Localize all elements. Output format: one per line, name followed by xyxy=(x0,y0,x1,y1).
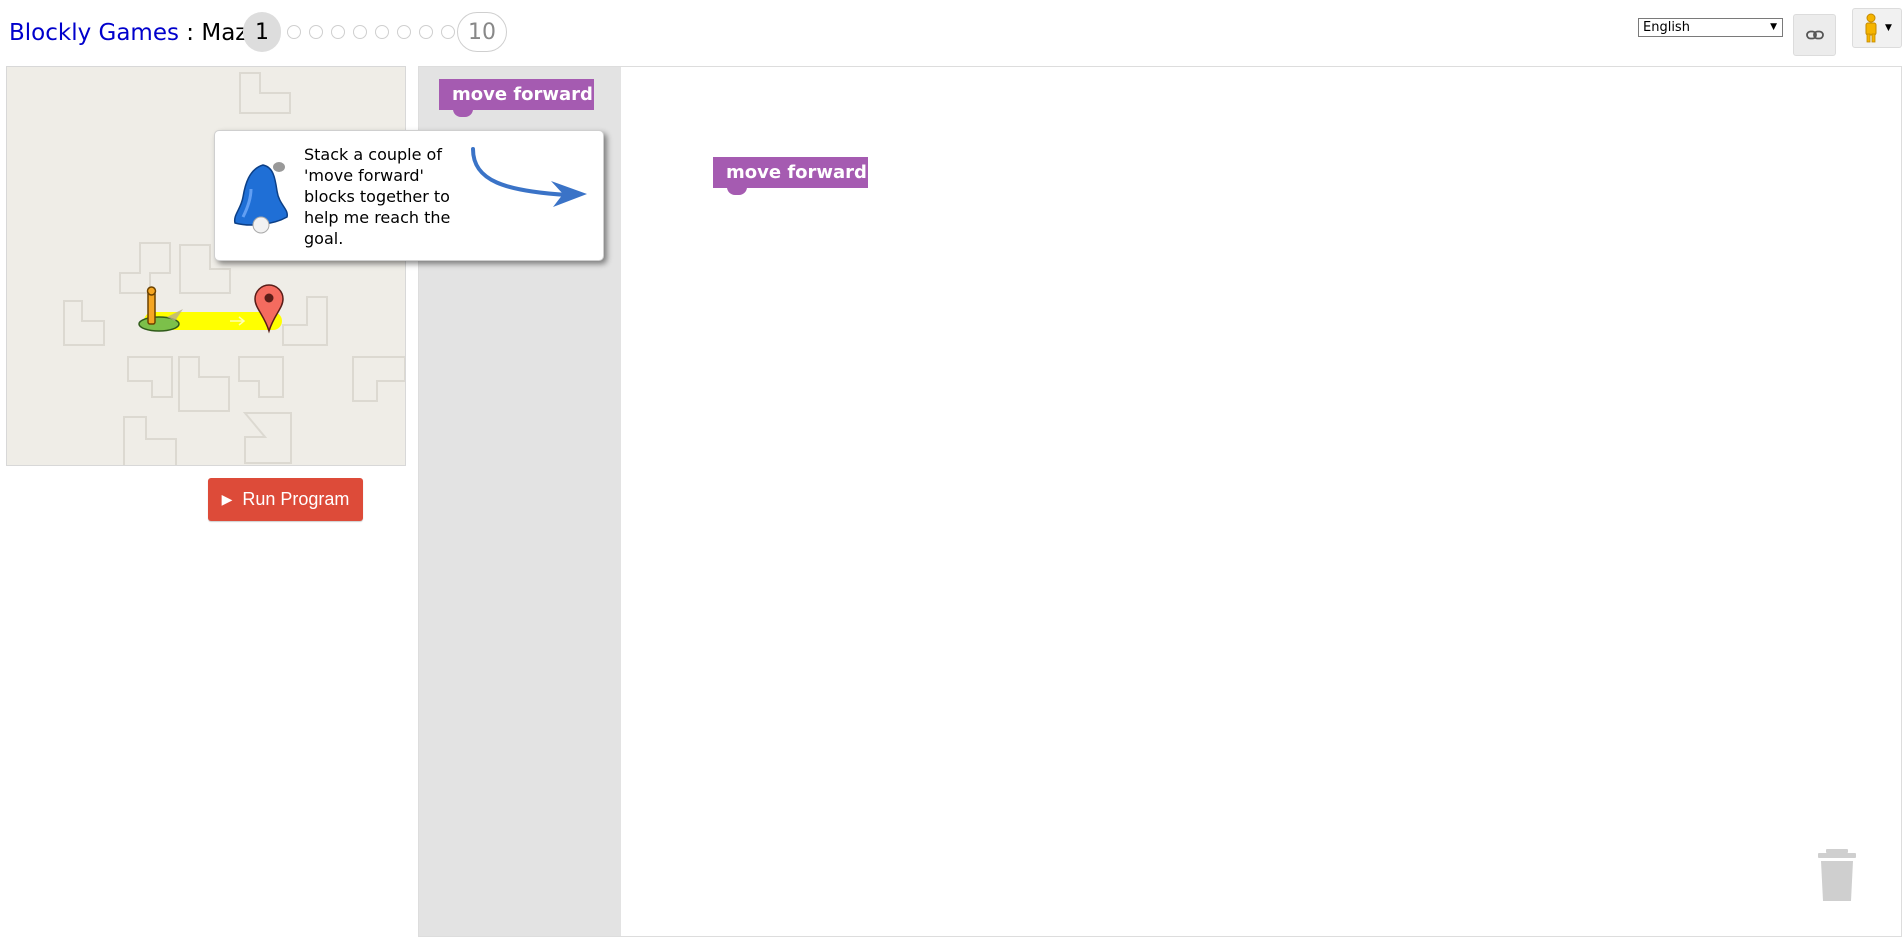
level-dot-6[interactable] xyxy=(375,25,389,39)
level-dot-7[interactable] xyxy=(397,25,411,39)
level-dot-8[interactable] xyxy=(419,25,433,39)
hint-text: Stack a couple of 'move forward' blocks … xyxy=(304,145,451,248)
page-title: Blockly Games : Maze xyxy=(9,20,262,46)
user-menu-button[interactable]: ▼ xyxy=(1852,8,1902,48)
link-button[interactable] xyxy=(1793,14,1836,56)
language-select[interactable]: English ▼ xyxy=(1638,18,1783,37)
maze-map xyxy=(63,72,405,465)
run-program-button[interactable]: ▶ Run Program xyxy=(208,478,363,521)
blockly-workspace[interactable] xyxy=(418,66,1902,937)
chevron-down-icon: ▼ xyxy=(1885,23,1892,33)
arrow-right-icon xyxy=(471,147,587,207)
title-separator: : xyxy=(178,20,202,46)
link-icon xyxy=(1805,30,1824,40)
language-selected: English xyxy=(1643,20,1690,35)
level-dot-5[interactable] xyxy=(353,25,367,39)
level-last[interactable]: 10 xyxy=(457,12,507,52)
maze-display xyxy=(6,66,406,466)
level-dot-4[interactable] xyxy=(331,25,345,39)
hint-bubble: Stack a couple of 'move forward' blocks … xyxy=(214,130,604,261)
toolbox-block-move-forward[interactable]: move forward xyxy=(439,79,594,117)
bell-icon xyxy=(233,162,288,234)
run-program-label: Run Program xyxy=(242,489,350,509)
dropdown-arrow-icon: ▼ xyxy=(1770,22,1777,32)
level-current[interactable]: 1 xyxy=(243,12,281,52)
workspace-block-move-forward[interactable]: move forward xyxy=(713,157,868,195)
level-dot-9[interactable] xyxy=(441,25,455,39)
level-dot-2[interactable] xyxy=(287,25,301,39)
level-dot-3[interactable] xyxy=(309,25,323,39)
level-selector: 1 10 xyxy=(243,12,507,52)
trash-icon[interactable] xyxy=(1816,847,1858,903)
play-icon: ▶ xyxy=(221,491,233,507)
user-icon xyxy=(1865,13,1877,43)
app-name-link[interactable]: Blockly Games xyxy=(9,20,179,46)
